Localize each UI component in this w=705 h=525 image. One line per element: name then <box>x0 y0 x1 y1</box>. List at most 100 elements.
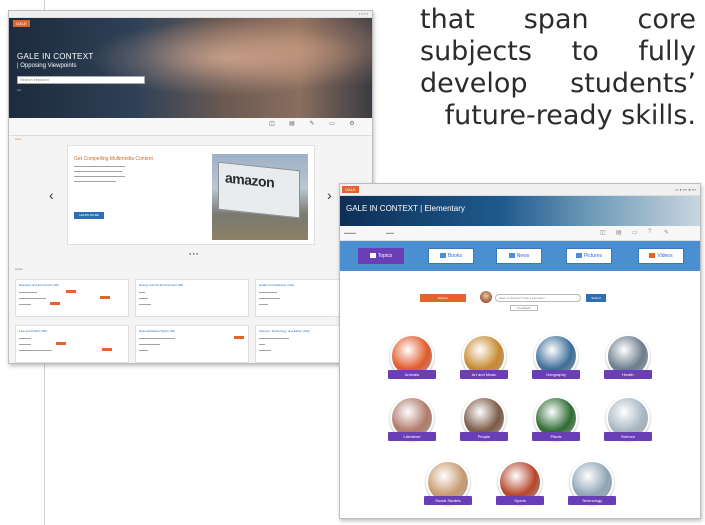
folder-icon[interactable]: ▭ <box>632 229 638 236</box>
topic-card-title: Energy and the Environment (48) <box>139 283 184 287</box>
opposing-viewpoints-screenshot: ▪ ▪ ▪ ▪ GALE GALE IN CONTEXT | Opposing … <box>8 10 373 364</box>
topic-label: Art and Music <box>460 370 508 379</box>
tab-books[interactable]: Books <box>428 248 474 264</box>
topic-tile-literature[interactable]: Literature <box>388 396 436 452</box>
news-icon <box>508 253 515 259</box>
topic-card-link[interactable]: ▬▬▬▬ <box>19 302 31 306</box>
tab-label: Pictures <box>583 253 603 259</box>
books-icon <box>440 253 447 259</box>
carousel-body-text: ▬▬▬▬▬▬▬▬▬▬▬▬▬▬▬▬▬ ▬▬▬▬▬▬▬▬▬▬▬▬▬▬▬▬ ▬▬▬▬▬▬▬… <box>74 164 125 183</box>
topic-icon[interactable]: ▤ <box>287 120 297 127</box>
carousel-dots[interactable]: ● ● ● <box>189 251 198 256</box>
topic-tile-science[interactable]: Science <box>604 396 652 452</box>
topic-tile-animals[interactable]: Animals <box>388 334 436 390</box>
carousel-prev-button[interactable]: ‹ <box>49 187 54 203</box>
topic-card-title: Health and Medicine (101) <box>259 283 295 287</box>
tagline-line-2: subjects to fully <box>420 36 696 67</box>
tab-news[interactable]: News <box>496 248 542 264</box>
tab-label: Topics <box>377 253 393 259</box>
highlight-icon[interactable]: ✎ <box>307 120 317 127</box>
topic-tile-plants[interactable]: Plants <box>532 396 580 452</box>
new-badge <box>234 336 244 339</box>
topic-tile-technology[interactable]: Technology <box>568 460 616 516</box>
browse-icon[interactable]: ◫ <box>267 120 277 127</box>
advanced-search-link[interactable]: ▪▪▪▪ <box>17 88 21 92</box>
topic-label: Social Studies <box>424 496 472 505</box>
search-input[interactable]: ▬▬▬ ▬▬ <box>344 230 394 235</box>
ask-question-input[interactable]: Have a Question? Ask a Librarian! <box>495 294 581 302</box>
topic-card-title: Science, Technology, and Ethics (116) <box>259 329 310 333</box>
folder-icon[interactable]: ▭ <box>327 120 337 127</box>
topic-label: Health <box>604 370 652 379</box>
topic-card-link[interactable]: ▬▬▬▬▬▬▬▬▬▬ <box>259 336 289 340</box>
videos-icon <box>649 253 656 259</box>
topic-label: Geography <box>532 370 580 379</box>
topic-card[interactable]: Business and Economics (49) ▬▬▬▬▬▬ ▬▬▬▬▬… <box>15 279 129 317</box>
dictionary-icon[interactable]: ▤ <box>616 229 622 236</box>
section-heading: ▪▪▪▪▪▪▪ <box>15 267 23 271</box>
feedback-button[interactable]: Feedback <box>510 305 538 311</box>
topic-card-link[interactable]: ▬▬▬▬ <box>139 302 151 306</box>
breadcrumb[interactable]: ▪▪▪▪▪▪ <box>15 137 21 141</box>
gale-logo: GALE <box>342 186 359 193</box>
hero-banner: GALE IN CONTEXT | Elementary <box>340 196 700 226</box>
topic-card-link[interactable]: ▬▬▬ <box>139 296 148 300</box>
new-badge <box>102 348 112 351</box>
topic-tile-health[interactable]: Health <box>604 334 652 390</box>
topic-tile-people[interactable]: People <box>460 396 508 452</box>
topic-card-link[interactable]: ▬▬▬ <box>259 302 268 306</box>
brand-title: GALE IN CONTEXT | Elementary <box>346 204 465 213</box>
new-badge <box>56 342 66 345</box>
sign-board: amazon <box>218 161 300 219</box>
highlight-icon[interactable]: ✎ <box>664 229 669 236</box>
topic-card[interactable]: Law and Politics (98) ▬▬▬▬ ▬▬▬▬ ▬▬▬▬▬▬▬▬… <box>15 325 129 363</box>
topic-label: Sports <box>496 496 544 505</box>
tab-videos[interactable]: Videos <box>638 248 684 264</box>
topic-card-link[interactable]: ▬▬ <box>139 290 145 294</box>
topic-card[interactable]: Energy and the Environment (48) ▬▬ ▬▬▬ ▬… <box>135 279 249 317</box>
topic-card-link[interactable]: ▬▬▬▬ <box>19 336 31 340</box>
tools-icon-bar: ◫ ▤ ✎ ▭ ⚙ <box>9 118 372 136</box>
topic-card-link[interactable]: ▬▬ <box>259 342 265 346</box>
topic-card-link[interactable]: ▬▬▬▬ <box>259 348 271 352</box>
carousel-next-button[interactable]: › <box>327 187 332 203</box>
amazon-logo-text: amazon <box>225 169 275 191</box>
topic-card-link[interactable]: ▬▬▬▬ <box>19 342 31 346</box>
product-subtitle: | Opposing Viewpoints <box>17 63 77 69</box>
gear-icon[interactable]: ⚙ <box>347 120 357 127</box>
topic-card-link[interactable]: ▬▬▬▬▬▬▬▬▬▬▬ <box>19 348 52 352</box>
learn-more-button[interactable]: LEARN MORE <box>74 212 104 219</box>
topic-card-link[interactable]: ▬▬▬▬▬▬▬▬▬▬▬▬ <box>139 336 175 340</box>
help-icon[interactable]: ? <box>648 229 651 235</box>
topic-card-link[interactable]: ▬▬▬▬▬▬▬ <box>259 296 280 300</box>
explore-button[interactable]: Explore <box>420 294 466 302</box>
featured-carousel: Get Compelling Multimedia Content ▬▬▬▬▬▬… <box>67 145 315 245</box>
topic-label: Literature <box>388 432 436 441</box>
submit-button[interactable]: Submit <box>586 294 606 302</box>
topic-tile-social-studies[interactable]: Social Studies <box>424 460 472 516</box>
content-type-tabs: Topics Books News Pictures Videos <box>340 241 700 271</box>
topic-card-link[interactable]: ▬▬▬▬▬▬ <box>19 290 37 294</box>
browse-icon[interactable]: ◫ <box>600 229 606 236</box>
new-badge <box>50 302 60 305</box>
amazon-sign-image: amazon <box>212 154 308 240</box>
topic-card-title: National/Global Topics (48) <box>139 329 175 333</box>
tab-label: Books <box>448 253 462 259</box>
topic-tile-sports[interactable]: Sports <box>496 460 544 516</box>
carousel-title: Get Compelling Multimedia Content <box>74 156 153 162</box>
topic-card[interactable]: National/Global Topics (48) ▬▬▬▬▬▬▬▬▬▬▬▬… <box>135 325 249 363</box>
tab-label: Videos <box>657 253 673 259</box>
librarian-avatar <box>480 291 492 303</box>
topic-card-link[interactable]: ▬▬▬▬▬▬ <box>259 290 277 294</box>
tab-topics[interactable]: Topics <box>358 248 404 264</box>
topic-tile-geography[interactable]: Geography <box>532 334 580 390</box>
topic-card-link[interactable]: ▬▬▬▬▬▬▬ <box>139 342 160 346</box>
topic-card-link[interactable]: ▬▬▬▬▬▬▬▬▬ <box>19 296 46 300</box>
topic-tile-art-and-music[interactable]: Art and Music <box>460 334 508 390</box>
search-input[interactable]: Search keyword <box>17 76 145 84</box>
top-utility-bar: ▪ ▪ ▪ ▪ <box>9 11 372 18</box>
tab-pictures[interactable]: Pictures <box>566 248 612 264</box>
utility-links[interactable]: ▪▪ ● ▪▪▪ ● ▪▪▪ <box>675 187 696 192</box>
topic-label: People <box>460 432 508 441</box>
topic-card-link[interactable]: ▬▬▬ <box>139 348 148 352</box>
